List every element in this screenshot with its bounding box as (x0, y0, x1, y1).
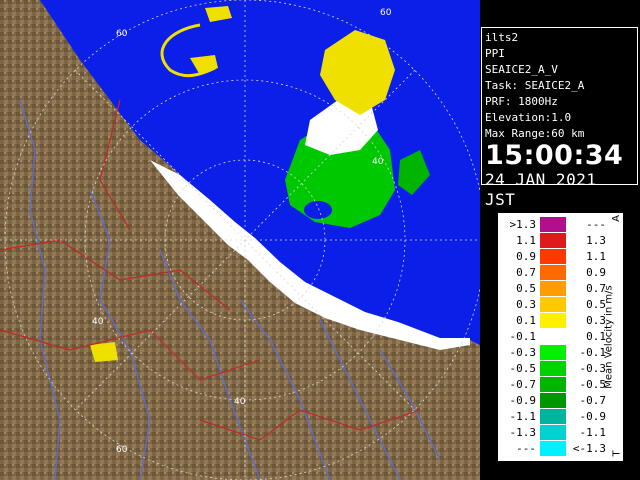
legend-row: -1.3 -1.1 (502, 425, 606, 440)
range-label-60-topright: 60 (380, 8, 392, 18)
range-label-60-top: 60 (116, 29, 128, 39)
echo-hole (304, 201, 332, 219)
task-name: Task: SEAICE2_A (485, 79, 585, 92)
legend-color-swatch (540, 345, 566, 360)
range-label-40-left: 40 (92, 317, 104, 327)
range-label-60-bottom: 60 (116, 445, 128, 455)
legend-row: -0.7 -0.5 (502, 377, 606, 392)
legend-color-swatch (540, 377, 566, 392)
legend-row: --- <-1.3 (502, 441, 606, 456)
legend-low-value: -0.9 (509, 394, 537, 407)
legend-low-value: -1.3 (509, 426, 537, 439)
legend-low-value: >1.3 (509, 218, 537, 231)
legend-row: 0.5 0.7 (502, 281, 606, 296)
legend-row: 0.3 0.5 (502, 297, 606, 312)
echo-yellow-land (90, 342, 118, 362)
legend-low-value: 0.9 (516, 250, 536, 263)
legend-low-value: -0.5 (509, 362, 537, 375)
product-type: PPI (485, 47, 505, 60)
scan-date: 24 JAN 2021 JST (485, 170, 597, 209)
legend-low-value: 0.3 (516, 298, 536, 311)
legend-color-swatch (540, 409, 566, 424)
range-label-40-right: 40 (372, 157, 384, 167)
legend-color-swatch (540, 425, 566, 440)
legend-low-value: -0.3 (509, 346, 537, 359)
legend-row: -0.3 -0.1 (502, 345, 606, 360)
legend-corner-bottom: T (611, 450, 623, 457)
station-name: ilts2 (485, 31, 519, 44)
legend-row: 1.1 1.3 (502, 233, 606, 248)
legend-row: -0.5 -0.3 (502, 361, 606, 376)
legend-low-value: 0.5 (516, 282, 536, 295)
prf-value: PRF: 1800Hz (485, 95, 558, 108)
legend-color-swatch (540, 217, 566, 232)
legend-color-swatch (540, 281, 566, 296)
legend-row: >1.3 --- (502, 217, 606, 232)
legend-row: 0.1 0.3 (502, 313, 606, 328)
legend-color-swatch (540, 361, 566, 376)
legend-low-value: -0.7 (509, 378, 537, 391)
legend-color-swatch (540, 313, 566, 328)
legend-row: -0.1 0.1 (502, 329, 606, 344)
velocity-legend: >1.3 --- 1.1 1.3 0.9 1.1 0.7 0.9 0.5 0.7 0.3 0.5 0.1… (497, 212, 624, 462)
legend-low-value: 0.1 (516, 314, 536, 327)
legend-color-swatch (540, 233, 566, 248)
scan-time: 15:00:34 (485, 140, 624, 171)
legend-low-value: 1.1 (516, 234, 536, 247)
legend-row: -1.1 -0.9 (502, 409, 606, 424)
range-label-40-bottom: 40 (234, 397, 246, 407)
legend-title: Mean Velocity in m/s (603, 285, 615, 389)
legend-row: -0.9 -0.7 (502, 393, 606, 408)
legend-corner-top: A (611, 215, 623, 222)
legend-color-swatch (540, 249, 566, 264)
radar-ppi-map[interactable]: 60 40 40 40 40 60 60 (0, 0, 480, 480)
legend-color-swatch (540, 265, 566, 280)
legend-row: 0.7 0.9 (502, 265, 606, 280)
product-name: SEAICE2_A_V (485, 63, 558, 76)
elevation-value: Elevation:1.0 (485, 111, 572, 124)
range-label-40-se: 40 (374, 319, 386, 329)
legend-low-value: -1.1 (509, 410, 537, 423)
legend-row: 0.9 1.1 (502, 249, 606, 264)
legend-color-swatch (540, 441, 566, 456)
legend-low-value: 0.7 (516, 266, 536, 279)
legend-low-value: --- (516, 442, 536, 455)
legend-color-swatch (540, 393, 566, 408)
info-panel: ilts2 PPI SEAICE2_A_V Task: SEAICE2_A PR… (481, 27, 638, 209)
legend-color-swatch (540, 329, 566, 344)
legend-color-swatch (540, 297, 566, 312)
legend-low-value: -0.1 (509, 330, 537, 343)
